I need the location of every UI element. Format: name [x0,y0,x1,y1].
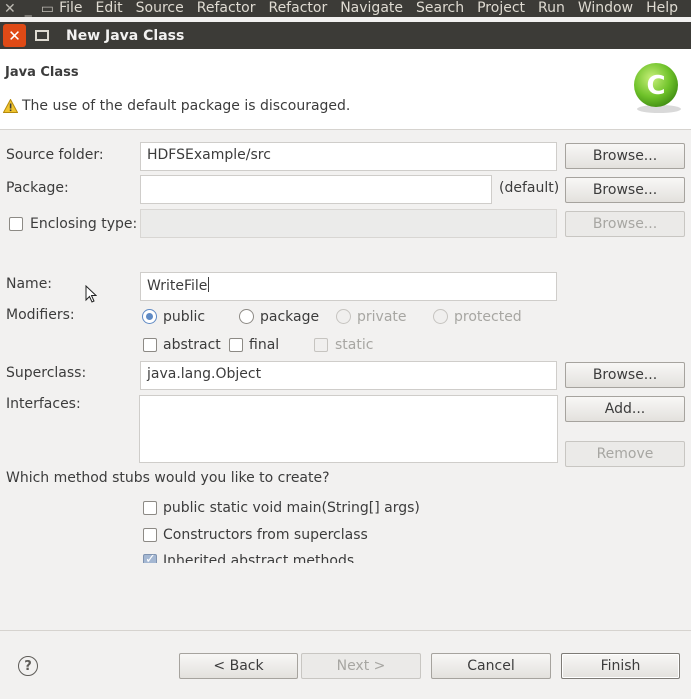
modifier-public-radio[interactable] [142,309,157,324]
superclass-field[interactable]: java.lang.Object [140,361,557,390]
package-default-label: (default) [499,180,560,196]
maximize-dialog-icon[interactable] [35,30,49,41]
source-folder-label: Source folder: [6,147,104,163]
banner-heading: Java Class [5,65,79,80]
modifier-package-label: package [260,309,320,325]
stub-constructors-checkbox[interactable] [143,528,157,542]
dialog-title: New Java Class [66,27,185,44]
menu-refactor[interactable]: Refactor [197,0,256,17]
modifier-abstract-checkbox[interactable] [143,338,157,352]
modifier-static-label: static [335,337,374,353]
next-button: Next > [301,653,421,679]
name-field[interactable]: WriteFile [140,272,557,301]
menu-file[interactable]: File [59,0,82,17]
modifier-private-radio [336,309,351,324]
modifier-public-label: public [163,309,206,325]
modifier-final-checkbox[interactable] [229,338,243,352]
package-browse-button[interactable]: Browse... [565,177,685,203]
wizard-banner: Java Class The use of the default packag… [0,49,691,130]
source-folder-field[interactable]: HDFSExample/src [140,142,557,171]
modifier-static-checkbox [314,338,328,352]
help-button[interactable]: ? [18,656,38,676]
name-field-value: WriteFile [147,278,208,294]
back-button[interactable]: < Back [179,653,298,679]
text-cursor [208,277,210,292]
package-label: Package: [6,180,69,196]
menu-bar: ✕ _ ▭ File Edit Source Refactor Refactor… [0,0,691,17]
finish-button[interactable]: Finish [561,653,680,679]
enclosing-type-label: Enclosing type: [30,216,138,232]
enclosing-type-checkbox[interactable] [9,217,23,231]
java-class-logo-icon: C [634,63,681,113]
logo-letter: C [646,71,665,101]
modifier-private-label: private [357,309,407,325]
menu-window[interactable]: Window [578,0,633,17]
package-field[interactable] [140,175,492,204]
modifier-protected-radio [433,309,448,324]
mouse-pointer-icon [85,285,97,303]
menu-refactor-2[interactable]: Refactor [268,0,327,17]
enclosing-type-browse-button: Browse... [565,211,685,237]
stub-inherited-label: Inherited abstract methods [163,553,355,563]
name-label: Name: [6,276,53,292]
modifier-package-radio[interactable] [239,309,254,324]
close-window-icon[interactable]: ✕ [4,1,16,17]
remove-interface-button: Remove [565,441,685,467]
cancel-button[interactable]: Cancel [431,653,551,679]
interfaces-list[interactable] [139,395,558,463]
menu-project[interactable]: Project [477,0,525,17]
menu-run[interactable]: Run [538,0,565,17]
warning-message: The use of the default package is discou… [3,98,350,114]
source-folder-browse-button[interactable]: Browse... [565,143,685,169]
modifiers-label: Modifiers: [6,307,75,323]
stub-inherited-row-clip: Inherited abstract methods [0,550,691,563]
menu-search[interactable]: Search [416,0,464,17]
warning-icon [3,99,18,113]
menu-edit[interactable]: Edit [96,0,123,17]
superclass-label: Superclass: [6,365,87,381]
stub-main-checkbox[interactable] [143,501,157,515]
menu-help[interactable]: Help [646,0,678,17]
maximize-window-icon[interactable]: ▭ [41,1,54,17]
dialog-titlebar: ✕ New Java Class [0,22,691,49]
minimize-window-icon[interactable]: _ [25,1,32,17]
modifier-abstract-label: abstract [163,337,221,353]
method-stubs-question: Which method stubs would you like to cre… [6,470,330,486]
modifier-protected-label: protected [454,309,522,325]
modifier-final-label: final [249,337,280,353]
menu-source[interactable]: Source [136,0,184,17]
stub-constructors-label: Constructors from superclass [163,527,368,543]
close-dialog-button[interactable]: ✕ [3,24,26,47]
enclosing-type-field [140,209,557,238]
superclass-browse-button[interactable]: Browse... [565,362,685,388]
stub-inherited-checkbox[interactable] [143,552,157,563]
stub-main-label: public static void main(String[] args) [163,500,420,516]
footer-separator [0,630,691,631]
interfaces-label: Interfaces: [6,396,81,412]
warning-text: The use of the default package is discou… [22,98,351,114]
add-interface-button[interactable]: Add... [565,396,685,422]
menu-navigate[interactable]: Navigate [340,0,403,17]
window-controls: ✕ _ ▭ [0,1,59,17]
